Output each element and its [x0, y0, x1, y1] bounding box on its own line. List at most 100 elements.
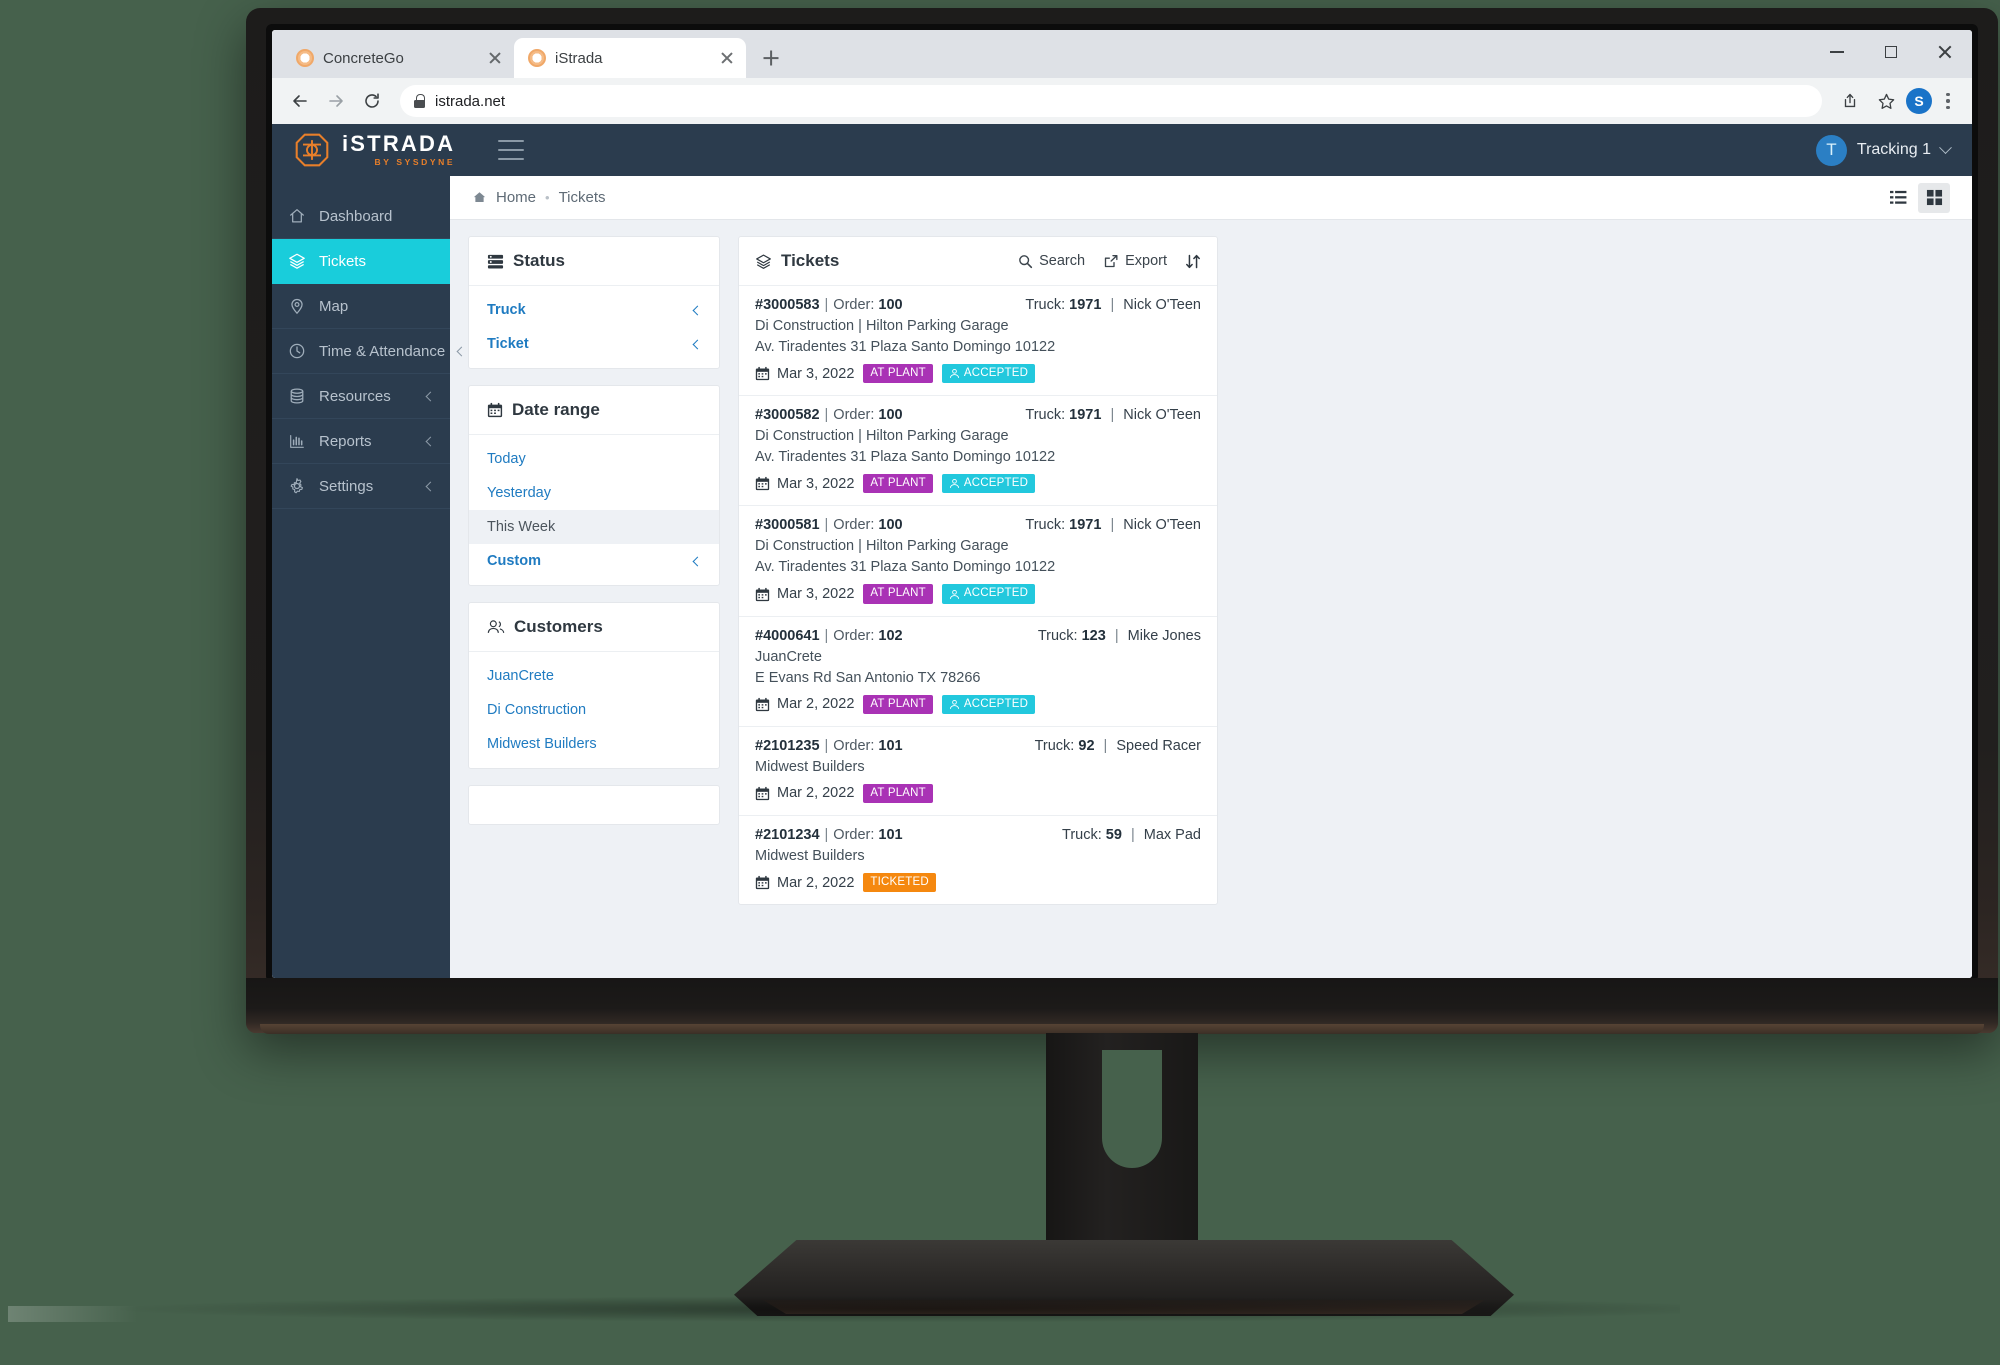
- back-arrow-icon[interactable]: [284, 85, 316, 117]
- order-value: 101: [878, 737, 903, 754]
- map-pin-icon: [288, 297, 306, 315]
- separator: |: [824, 297, 829, 313]
- new-tab-button[interactable]: [754, 41, 788, 75]
- layers-icon: [755, 253, 772, 270]
- tickets-header-actions: Search Export: [1018, 253, 1201, 270]
- calendar-icon: [755, 786, 770, 801]
- share-icon[interactable]: [1834, 85, 1866, 117]
- profile-avatar[interactable]: S: [1906, 88, 1932, 114]
- search-button[interactable]: Search: [1018, 253, 1085, 269]
- address-bar[interactable]: istrada.net: [400, 85, 1822, 117]
- browser-menu-icon[interactable]: [1936, 89, 1960, 113]
- truck-driver: Truck: 1971 | Nick O'Teen: [1025, 517, 1201, 533]
- forward-arrow-icon[interactable]: [320, 85, 352, 117]
- truck-number: 1971: [1069, 407, 1102, 424]
- hamburger-icon[interactable]: [498, 140, 524, 160]
- breadcrumb-home[interactable]: Home: [496, 189, 536, 206]
- customer-project: Midwest Builders: [755, 848, 865, 865]
- user-menu[interactable]: T Tracking 1: [1815, 134, 1952, 166]
- status-badge: AT PLANT: [863, 584, 933, 604]
- breadcrumb-separator: •: [545, 190, 550, 205]
- monitor-screen: ConcreteGo iStrada istrada.net S iSTRADA…: [272, 30, 1972, 978]
- gear-icon: [288, 477, 306, 495]
- layers-icon: [288, 252, 306, 270]
- export-icon: [1103, 254, 1119, 269]
- sidebar-item-map[interactable]: Map: [272, 284, 450, 329]
- ticket-date-group: Mar 3, 2022: [755, 476, 854, 492]
- ticket-date-group: Mar 2, 2022: [755, 875, 854, 891]
- export-button[interactable]: Export: [1103, 253, 1167, 269]
- list-view-icon[interactable]: [1882, 183, 1914, 213]
- table-row[interactable]: #2101235 | Order: 101 Truck: 92 | Speed …: [739, 727, 1217, 817]
- status-badge: ACCEPTED: [941, 474, 1036, 494]
- table-row[interactable]: #3000581 | Order: 100 Truck: 1971 | Nick…: [739, 506, 1217, 617]
- table-row[interactable]: #4000641 | Order: 102 Truck: 123 | Mike …: [739, 617, 1217, 727]
- driver-name: Nick O'Teen: [1123, 517, 1201, 534]
- customer-filter-midwest-builders[interactable]: Midwest Builders: [469, 727, 719, 761]
- sidebar-item-resources[interactable]: Resources: [272, 374, 450, 419]
- istrada-logo-icon: [294, 132, 330, 168]
- date-filter-custom[interactable]: Custom: [469, 544, 719, 578]
- separator: |: [824, 737, 829, 754]
- calendar-icon: [755, 875, 770, 890]
- driver-name: Mike Jones: [1127, 627, 1201, 644]
- list-item-label: Custom: [487, 553, 541, 569]
- calendar-icon: [755, 697, 770, 712]
- truck-label: Truck:: [1025, 297, 1066, 313]
- order-value: 100: [878, 407, 903, 424]
- sidebar-item-label: Dashboard: [319, 207, 393, 225]
- browser-tab-concretego[interactable]: ConcreteGo: [282, 38, 514, 78]
- table-row[interactable]: #2101234 | Order: 101 Truck: 59 | Max Pa…: [739, 816, 1217, 904]
- maximize-button[interactable]: [1864, 30, 1918, 74]
- bookmark-star-icon[interactable]: [1870, 85, 1902, 117]
- brand-logo[interactable]: iSTRADA BY SYSDYNE: [294, 132, 472, 168]
- status-filter-ticket[interactable]: Ticket: [469, 327, 719, 361]
- browser-tab-istrada[interactable]: iStrada: [514, 38, 746, 78]
- app-body: Dashboard Tickets Map Time & Attendance …: [272, 176, 1972, 978]
- sidebar-item-time-attendance[interactable]: Time & Attendance: [272, 329, 467, 374]
- separator: |: [824, 407, 829, 424]
- table-row[interactable]: #3000582 | Order: 100 Truck: 1971 | Nick…: [739, 396, 1217, 507]
- breadcrumb-current: Tickets: [558, 189, 606, 206]
- customer-project: JuanCrete: [755, 648, 822, 665]
- sidebar-item-reports[interactable]: Reports: [272, 419, 450, 464]
- export-label: Export: [1125, 253, 1167, 269]
- customers-panel-title: Customers: [514, 617, 603, 636]
- sidebar-item-settings[interactable]: Settings: [272, 464, 450, 509]
- truck-driver: Truck: 1971 | Nick O'Teen: [1025, 407, 1201, 423]
- status-filter-truck[interactable]: Truck: [469, 293, 719, 327]
- ticket-id: #4000641: [755, 627, 820, 644]
- address: E Evans Rd San Antonio TX 78266: [755, 669, 981, 686]
- main-content: Home • Tickets Status Truck Ticket Date …: [450, 176, 1972, 978]
- sort-icon[interactable]: [1185, 253, 1201, 270]
- sidebar-item-tickets[interactable]: Tickets: [272, 239, 450, 284]
- detail-pane-placeholder: [1236, 236, 1952, 978]
- clock-icon: [288, 342, 306, 360]
- customer-filter-di-construction[interactable]: Di Construction: [469, 693, 719, 727]
- ticket-date: Mar 2, 2022: [777, 874, 855, 891]
- close-icon[interactable]: [718, 49, 736, 67]
- date-filter-today[interactable]: Today: [469, 442, 719, 476]
- status-badge: ACCEPTED: [941, 364, 1036, 384]
- truck-label: Truck:: [1034, 737, 1075, 754]
- close-window-button[interactable]: [1918, 30, 1972, 74]
- table-row[interactable]: #3000583 | Order: 100 Truck: 1971 | Nick…: [739, 286, 1217, 397]
- chevron-left-icon: [425, 436, 436, 446]
- date-range-panel-header: Date range: [469, 386, 719, 435]
- chevron-left-icon: [692, 305, 703, 315]
- minimize-button[interactable]: [1810, 30, 1864, 74]
- grid-view-icon[interactable]: [1918, 182, 1950, 213]
- chevron-left-icon: [425, 391, 436, 401]
- window-controls: [1810, 30, 1972, 74]
- customer-project: Di Construction | Hilton Parking Garage: [755, 318, 1009, 334]
- badge-label: ACCEPTED: [963, 697, 1029, 710]
- date-filter-yesterday[interactable]: Yesterday: [469, 476, 719, 510]
- search-icon: [1018, 254, 1033, 269]
- sidebar-item-dashboard[interactable]: Dashboard: [272, 194, 450, 239]
- customer-filter-juancrete[interactable]: JuanCrete: [469, 659, 719, 693]
- reload-icon[interactable]: [356, 85, 388, 117]
- date-filter-this-week[interactable]: This Week: [469, 510, 719, 544]
- list-item-label: Midwest Builders: [487, 736, 597, 752]
- close-icon[interactable]: [486, 49, 504, 67]
- status-panel-title: Status: [513, 251, 565, 270]
